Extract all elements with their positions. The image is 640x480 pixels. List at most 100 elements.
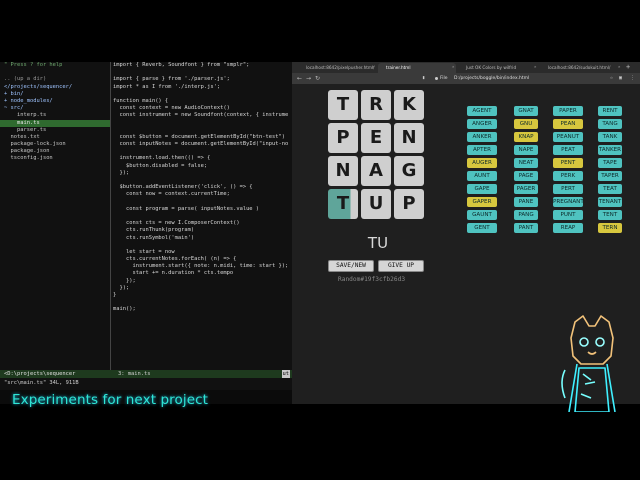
tab-trainer[interactable]: trainer.html	[378, 63, 456, 73]
word-chip: PANE	[514, 197, 538, 207]
word-chip: PEANUT	[553, 132, 583, 142]
code-editor[interactable]: import { Reverb, Soundfont } from "smplr…	[112, 62, 292, 370]
letter-tile[interactable]: K	[394, 90, 424, 120]
close-icon[interactable]: ✕	[618, 62, 620, 72]
code-line: const instrument = new Soundfont(context…	[113, 112, 289, 119]
url-input[interactable]: D:/projects/boggle/bin/index.html	[454, 73, 529, 84]
word-chip: TENT	[598, 210, 622, 220]
tree-item[interactable]: parser.ts	[0, 127, 110, 134]
tree-item[interactable]: ~ src/	[0, 105, 110, 112]
tree-item[interactable]: main.ts	[0, 119, 110, 127]
word-chip: ANGER	[467, 119, 497, 129]
word-chip: AUGER	[467, 158, 497, 168]
word-chip: PEAT	[553, 145, 583, 155]
code-line: instrument.load.then(() => {	[113, 155, 211, 162]
word-chip: PANG	[514, 210, 538, 220]
tree-item[interactable]: tsconfig.json	[0, 155, 110, 162]
letter-tile[interactable]: G	[394, 156, 424, 186]
word-chip: TAPE	[598, 158, 622, 168]
bookmark-icon[interactable]: ▮	[422, 73, 425, 84]
command-line[interactable]: "src\main.ts" 34L, 911B	[4, 379, 79, 387]
address-bar: ← → ↻ ▮ File D:/projects/boggle/bin/inde…	[292, 73, 640, 84]
save-new-button[interactable]: SAVE/NEW	[328, 260, 374, 272]
word-chip: AGENT	[467, 106, 497, 116]
letter-tile[interactable]: R	[361, 90, 391, 120]
seed-label: Random#19f3cfb26d3	[338, 276, 406, 283]
letter-tile[interactable]: P	[394, 189, 424, 219]
letter-tile[interactable]: T	[328, 189, 358, 219]
tree-item[interactable]: + bin/	[0, 91, 110, 98]
word-chip: GAPE	[467, 184, 497, 194]
tab-label: trainer.html	[386, 65, 411, 70]
code-line: $button.addEventListener('click', () => …	[113, 184, 253, 191]
new-tab-icon[interactable]: +	[626, 62, 630, 73]
letter-tile[interactable]: E	[361, 123, 391, 153]
tree-item[interactable]: package-lock.json	[0, 141, 110, 148]
tab-colors[interactable]: Just OK Colors by wilfrid	[458, 63, 538, 73]
tree-item[interactable]: </projects/sequencer/	[0, 84, 110, 91]
tree-item[interactable]: + node_modules/	[0, 98, 110, 105]
tree-item[interactable]: " Press ? for help	[0, 62, 110, 69]
tree-item[interactable]: notes.txt	[0, 134, 110, 141]
code-line: let start = now	[113, 248, 175, 255]
word-chip: NEAT	[514, 158, 538, 168]
code-line: start += n.duration * cts.tempo	[113, 270, 234, 277]
letter-tile[interactable]: N	[394, 123, 424, 153]
code-line: });	[113, 284, 130, 291]
file-info-icon[interactable]	[435, 77, 438, 80]
close-icon[interactable]: ✕	[372, 62, 374, 72]
word-chip: PAPER	[553, 106, 583, 116]
current-word: TU	[367, 234, 389, 252]
code-line: cts.runThunk(program)	[113, 227, 195, 234]
status-bar: <D:\projects\sequencer 3: main.ts ut	[0, 370, 292, 378]
letter-tile[interactable]: N	[328, 156, 358, 186]
nerdtree-panel[interactable]: " Press ? for help .. (up a dir) </project…	[0, 62, 110, 370]
tab-pixelpusher[interactable]: localhost:8642/pixelpusher.html/	[298, 63, 376, 73]
extension-icon[interactable]: ▣	[619, 73, 622, 84]
vim-terminal[interactable]: " Press ? for help .. (up a dir) </project…	[0, 62, 292, 390]
tab-label: Just OK Colors by wilfrid	[466, 65, 517, 70]
caption-overlay: Experiments for next project	[12, 392, 209, 408]
close-icon[interactable]: ✕	[452, 62, 454, 72]
word-chip: KNAP	[514, 132, 538, 142]
tab-label: localhost:8642/pixelpusher.html/	[306, 65, 375, 70]
letter-tile[interactable]: U	[361, 189, 391, 219]
word-chip: PERT	[553, 184, 583, 194]
code-line: import * as I from './interp.js';	[113, 83, 221, 90]
word-chip: PERK	[553, 171, 583, 181]
letter-tile[interactable]: T	[328, 90, 358, 120]
tree-item[interactable]: .. (up a dir)	[0, 76, 110, 83]
back-icon[interactable]: ←	[297, 73, 302, 84]
letter-tile[interactable]: P	[328, 123, 358, 153]
code-line: main();	[113, 306, 136, 313]
tab-sudoku[interactable]: localhost:8642/sudokuit.html/	[540, 63, 620, 73]
mascot-icon	[561, 315, 616, 412]
tree-item[interactable]	[0, 69, 110, 76]
code-line: import { parse } from './parser.js';	[113, 76, 230, 83]
code-line: }	[113, 292, 117, 298]
tree-item[interactable]: package.json	[0, 148, 110, 155]
code-line: cts.runSymbol('main')	[113, 234, 195, 241]
code-line: const cts = new I.ComposerContext()	[113, 220, 240, 227]
give-up-button[interactable]: GIVE UP	[378, 260, 424, 272]
letter-tile[interactable]: A	[361, 156, 391, 186]
close-icon[interactable]: ✕	[534, 62, 536, 72]
reload-icon[interactable]: ↻	[315, 73, 320, 84]
menu-icon[interactable]: ⋮	[630, 73, 635, 84]
tree-item[interactable]: interp.ts	[0, 112, 110, 119]
word-chip: ANKER	[467, 132, 497, 142]
forward-icon[interactable]: →	[306, 73, 311, 84]
word-chip: PAGER	[514, 184, 538, 194]
code-line: $button.disabled = false;	[113, 162, 208, 169]
code-line: });	[113, 277, 136, 284]
code-line: instrument.start({ note: n.midi, time: s…	[113, 263, 289, 270]
word-chip: RENT	[598, 106, 622, 116]
star-icon[interactable]: ☆	[610, 73, 613, 84]
